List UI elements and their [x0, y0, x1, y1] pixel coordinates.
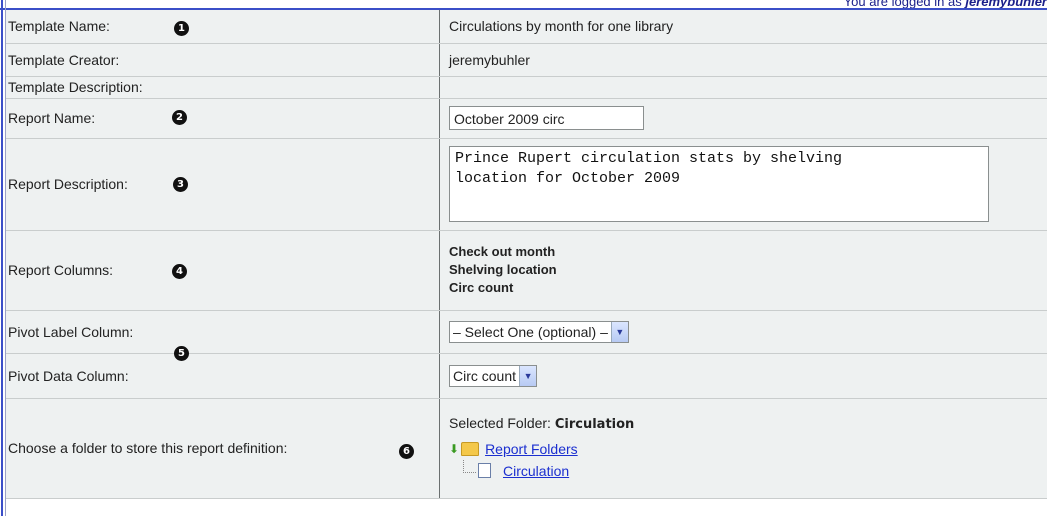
template-name-value: Circulations by month for one library	[439, 10, 1047, 44]
tree-root-row: ⬇ Report Folders	[449, 438, 1047, 460]
left-border	[1, 0, 3, 516]
pivot-data-selected: Circ count	[453, 367, 517, 384]
template-creator-value: jeremybuhler	[439, 43, 1047, 77]
callout-2-badge: 2	[172, 109, 187, 125]
row-pivot-data: Pivot Data Column: Circ count ▼	[6, 353, 1047, 399]
report-column-item: Shelving location	[449, 262, 557, 277]
chevron-down-icon[interactable]: ▼	[610, 321, 628, 342]
report-columns-label-cell: Report Columns: 4	[6, 230, 440, 311]
report-name-label-cell: Report Name: 2	[6, 98, 440, 139]
selected-folder-line: Selected Folder: Circulation	[449, 415, 1047, 432]
report-name-input[interactable]: October 2009 circ	[449, 106, 644, 130]
pivot-data-cell: Circ count ▼	[439, 353, 1047, 399]
row-template-creator: Template Creator: jeremybuhler	[6, 43, 1047, 77]
chevron-down-icon[interactable]: ▼	[519, 365, 537, 386]
row-report-name: Report Name: 2 October 2009 circ	[6, 98, 1047, 139]
tree-connector	[463, 460, 476, 473]
pivot-label-label: Pivot Label Column:	[8, 323, 134, 340]
document-icon	[478, 463, 491, 478]
pivot-label-label-cell: Pivot Label Column: 5	[6, 310, 440, 361]
report-description-cell: Prince Rupert circulation stats by shelv…	[439, 138, 1047, 231]
row-template-name: Template Name: 1 Circulations by month f…	[6, 10, 1047, 44]
pivot-label-selected: – Select One (optional) –	[453, 323, 608, 340]
template-description-value	[439, 76, 1047, 99]
row-pivot-label: Pivot Label Column: 5 – Select One (opti…	[6, 310, 1047, 361]
tree-child-row: Circulation	[449, 460, 1047, 482]
report-description-label-cell: Report Description: 3	[6, 138, 440, 231]
selected-folder-name: Circulation	[554, 416, 635, 432]
report-definition-table: Template Name: 1 Circulations by month f…	[6, 10, 1047, 499]
template-name-label-cell: Template Name: 1	[6, 10, 440, 44]
report-column-item: Check out month	[449, 244, 556, 259]
pivot-data-select[interactable]: Circ count ▼	[449, 364, 538, 387]
folder-label-cell: Choose a folder to store this report def…	[6, 398, 440, 499]
folder-cell: Selected Folder: Circulation ⬇ Report Fo…	[439, 398, 1047, 499]
report-form-frame: You are logged in as jeremybuhler Templa…	[0, 0, 1047, 516]
report-description-textarea[interactable]: Prince Rupert circulation stats by shelv…	[449, 146, 989, 222]
pivot-label-select[interactable]: – Select One (optional) – ▼	[449, 320, 629, 343]
callout-4-badge: 4	[172, 263, 187, 279]
report-description-label: Report Description:	[8, 176, 128, 192]
report-columns-list: Check out month Shelving location Circ c…	[439, 230, 1047, 311]
report-column-item: Circ count	[449, 280, 514, 295]
selected-folder-prefix: Selected Folder:	[449, 414, 555, 431]
template-description-label: Template Description:	[6, 76, 440, 99]
tree-root-link[interactable]: Report Folders	[485, 441, 578, 457]
callout-6-badge: 6	[399, 443, 414, 459]
callout-3-badge: 3	[173, 176, 188, 192]
logged-in-banner: You are logged in as jeremybuhler	[843, 0, 1047, 8]
report-name-label: Report Name:	[8, 110, 96, 126]
row-template-description: Template Description:	[6, 76, 1047, 99]
tree-child-link[interactable]: Circulation	[503, 463, 569, 479]
folder-icon	[461, 441, 480, 456]
pivot-label-cell: – Select One (optional) – ▼	[439, 310, 1047, 354]
template-name-label: Template Name:	[8, 18, 110, 35]
row-report-description: Report Description: 3 Prince Rupert circ…	[6, 138, 1047, 231]
template-creator-label: Template Creator:	[6, 43, 440, 77]
report-columns-label: Report Columns:	[8, 262, 114, 278]
folder-label: Choose a folder to store this report def…	[8, 440, 288, 456]
report-name-cell: October 2009 circ	[439, 98, 1047, 139]
row-folder: Choose a folder to store this report def…	[6, 398, 1047, 499]
callout-1-badge: 1	[174, 21, 189, 36]
pivot-data-label: Pivot Data Column:	[6, 353, 440, 399]
green-down-arrow-icon[interactable]: ⬇	[449, 442, 459, 456]
row-report-columns: Report Columns: 4 Check out month Shelvi…	[6, 230, 1047, 311]
